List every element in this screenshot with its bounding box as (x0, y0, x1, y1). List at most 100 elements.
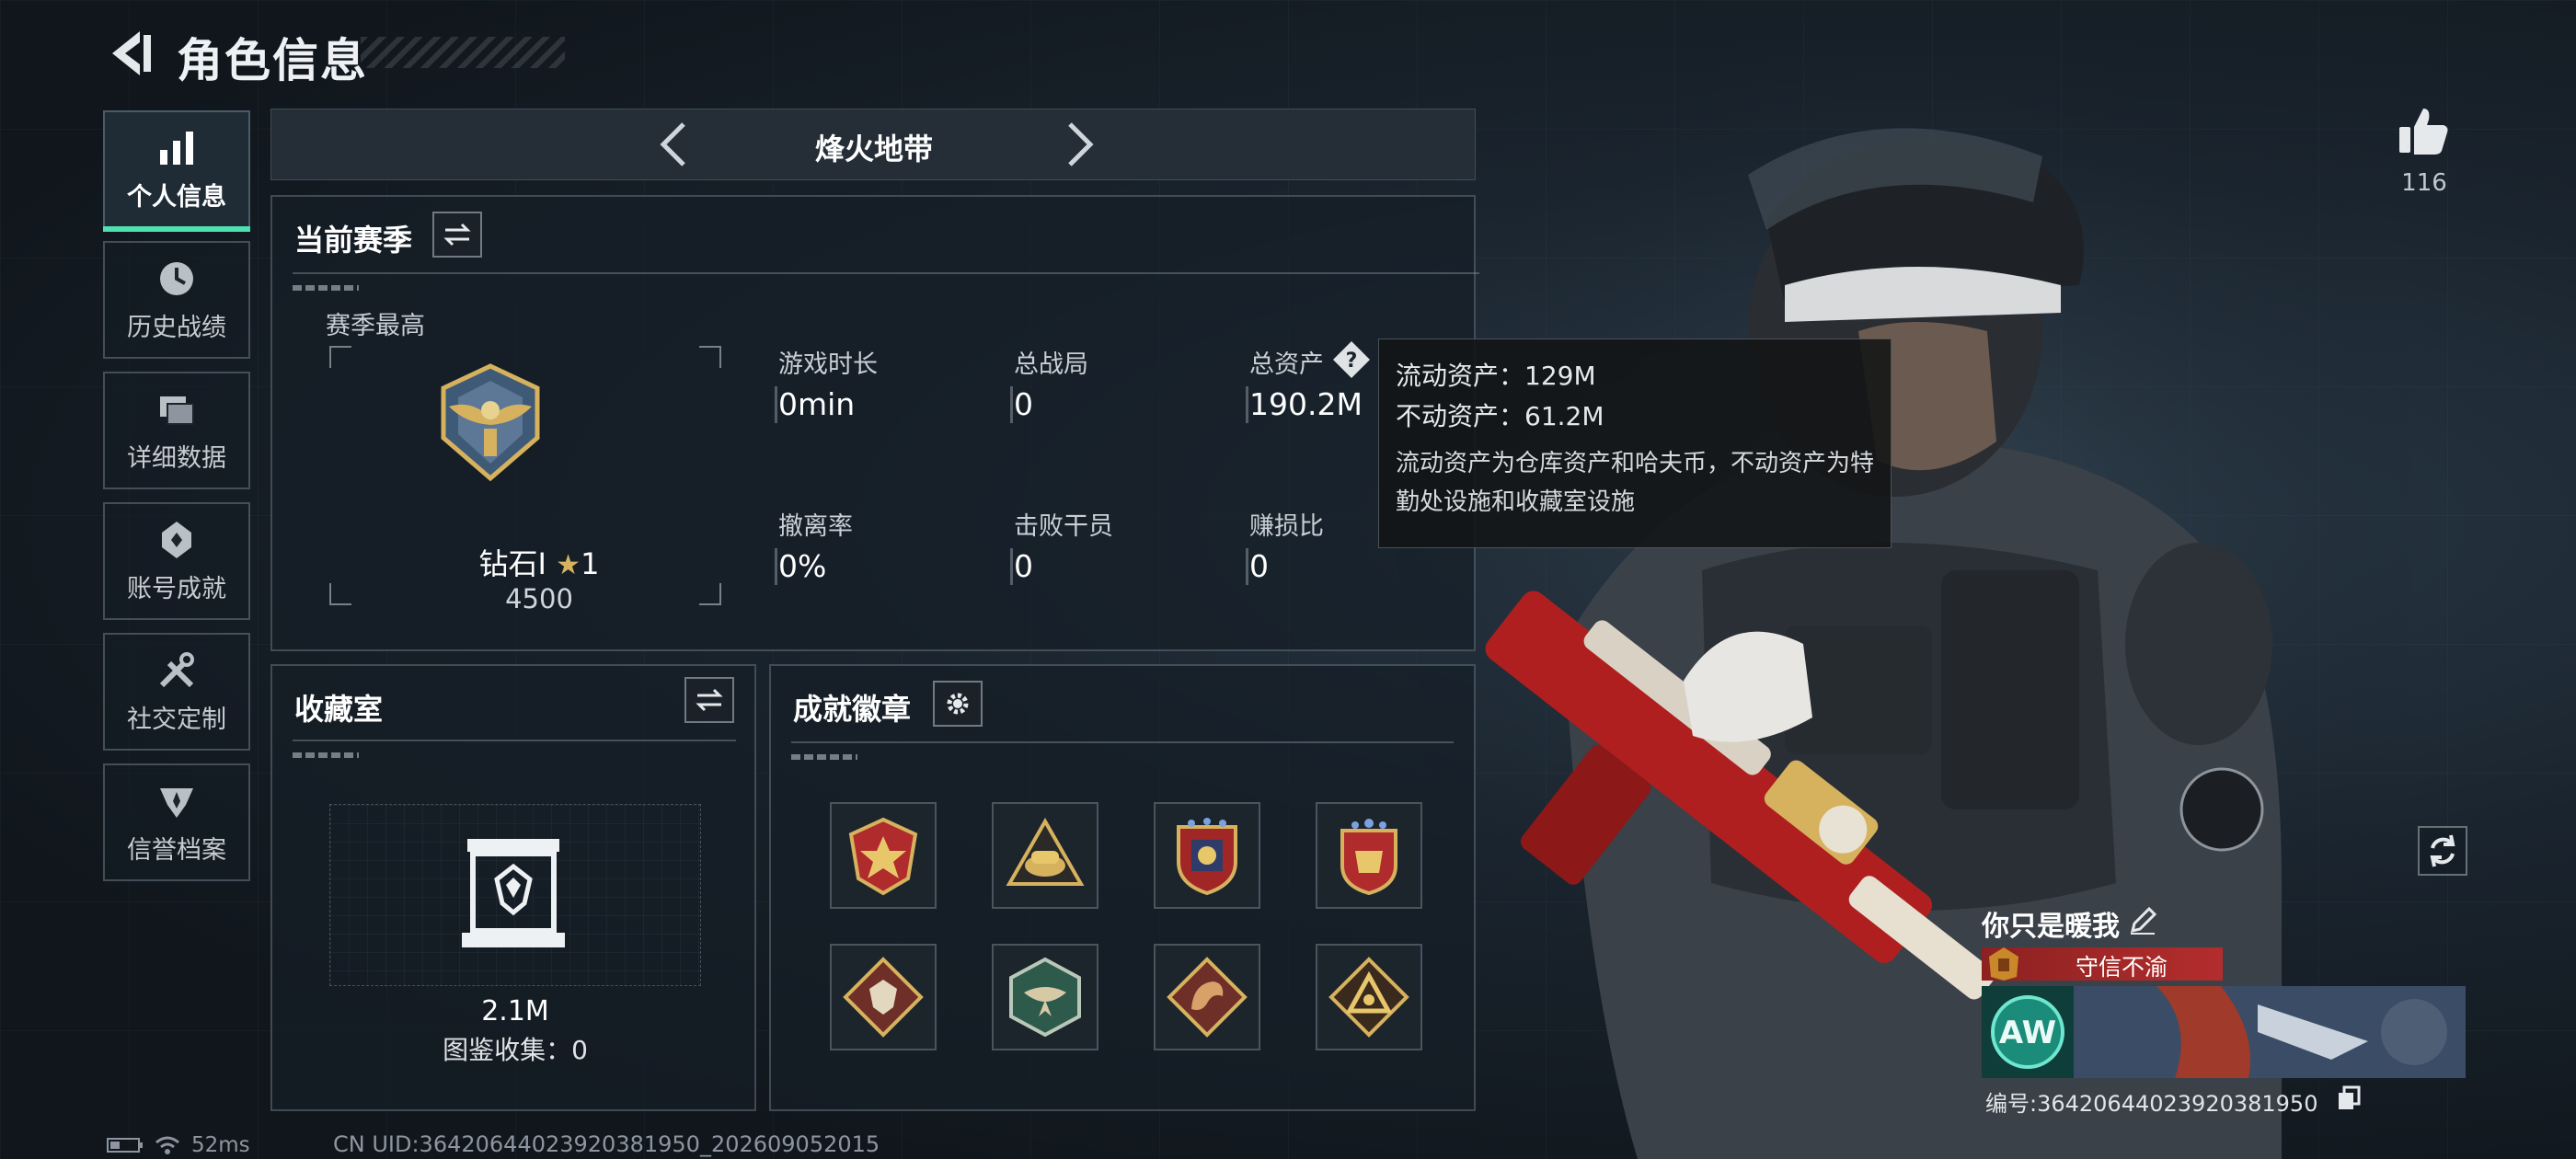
liquid-assets: 流动资产：129M (1396, 361, 1596, 391)
svg-text:AW: AW (1999, 1015, 2056, 1051)
collection-display-case-icon (462, 839, 565, 947)
stat-tick (1010, 386, 1013, 423)
stat-tick (775, 386, 777, 423)
divider-dots (293, 752, 359, 758)
catalog-count: 图鉴收集：0 (443, 1035, 588, 1065)
stat-value: 0 (1014, 548, 1033, 584)
sidebar-item-history[interactable]: 历史战绩 (103, 241, 250, 359)
diamond-dragon-badge[interactable] (1154, 944, 1260, 1050)
stat-label: 击败干员 (1014, 512, 1113, 541)
achievement-icon (155, 519, 199, 561)
swap-icon (443, 223, 471, 247)
diamond-triangle-badge[interactable] (1316, 944, 1422, 1050)
stat-label: 总资产 (1249, 350, 1324, 379)
stat-label: 总战局 (1014, 350, 1088, 379)
sidebar-item-detail-data[interactable]: 详细数据 (103, 372, 250, 489)
triangle-hat-badge[interactable] (992, 802, 1098, 909)
stat-value: 0min (778, 386, 856, 422)
battery-icon (107, 1138, 143, 1153)
achievement-badges-panel: 成就徽章 (769, 664, 1476, 1111)
rank-name: 钻石Ⅰ (478, 546, 546, 581)
asset-tooltip: 流动资产：129M 不动资产：61.2M 流动资产为仓库资产和哈夫币，不动资产为… (1378, 339, 1892, 548)
edit-name-icon[interactable] (2127, 905, 2158, 936)
refresh-button[interactable] (2418, 826, 2467, 876)
swap-season-button[interactable] (432, 212, 482, 258)
rank-points: 4500 (505, 583, 573, 614)
player-id: 编号:3642064402392038195​0 (1985, 1091, 2318, 1117)
wifi-icon (155, 1136, 179, 1154)
back-arrow-icon[interactable] (103, 26, 158, 81)
title-badge-text: 守信不渝 (2075, 954, 2168, 981)
stat-tick (1010, 548, 1013, 585)
frame-corner (699, 346, 721, 368)
stat-tick (1246, 386, 1248, 423)
player-banner-image[interactable]: AW (1982, 986, 2466, 1078)
like-count: 116 (2401, 169, 2447, 197)
fixed-assets: 不动资产：61.2M (1396, 401, 1604, 431)
uid-text: CN UID:36420644023920381950_202609052015 (333, 1131, 880, 1157)
star-icon: ★ (556, 549, 581, 581)
stat-tick (775, 548, 777, 585)
thumbs-up-icon[interactable] (2396, 103, 2451, 158)
divider (293, 740, 736, 741)
collection-value: 2.1M (481, 995, 549, 1027)
stat-tick (1246, 548, 1248, 585)
refresh-icon (2430, 834, 2455, 867)
ping-value: 52ms (191, 1133, 250, 1157)
status-bar: 52ms (107, 1133, 250, 1157)
help-icon[interactable]: ? (1332, 340, 1371, 379)
sidebar-item-label: 账号成就 (127, 574, 226, 603)
swap-collection-button[interactable] (684, 677, 734, 723)
history-clock-icon (155, 258, 199, 300)
star-shield-badge[interactable] (830, 802, 937, 909)
page-title: 角色信息 (177, 34, 368, 87)
sidebar-item-label: 信誉档案 (127, 835, 226, 865)
mode-title: 烽火地带 (814, 132, 933, 166)
diamond-beast-badge[interactable] (830, 944, 937, 1050)
divider (791, 741, 1454, 743)
collection-title: 收藏室 (294, 692, 384, 727)
sidebar-item-personal-info[interactable]: 个人信息 (103, 110, 250, 232)
stat-value: 190.2M (1249, 386, 1363, 422)
sidebar-item-social-custom[interactable]: 社交定制 (103, 633, 250, 751)
frame-corner (329, 583, 351, 605)
rank-line: 钻石Ⅰ ★1 (355, 541, 723, 583)
stat-label: 游戏时长 (778, 350, 878, 379)
gear-icon (947, 693, 969, 715)
cards-icon (155, 388, 199, 430)
bar-chart-icon (155, 127, 199, 169)
sidebar-item-label: 个人信息 (127, 182, 226, 212)
divider (293, 272, 1479, 274)
badges-title: 成就徽章 (793, 692, 912, 727)
rank-stars: 1 (581, 546, 600, 581)
sidebar-item-label: 详细数据 (127, 443, 226, 473)
copy-icon[interactable] (2337, 1085, 2361, 1111)
sidebar-item-label: 历史战绩 (127, 313, 226, 342)
assets-description: 流动资产为仓库资产和哈夫币，不动资产为特勤处设施和收藏室设施 (1396, 450, 1875, 516)
stat-label: 撤离率 (778, 512, 853, 541)
current-season-panel: 当前赛季 赛季最高 钻石Ⅰ ★1 4500 游戏时长 0min 总战局 0 总资… (270, 195, 1479, 651)
stat-value: 0 (1249, 548, 1269, 584)
swap-icon (696, 688, 723, 712)
sidebar-item-achievements[interactable]: 账号成就 (103, 502, 250, 620)
season-best-label: 赛季最高 (326, 312, 425, 340)
tools-icon (155, 649, 199, 692)
hexagon-eagle-badge[interactable] (992, 944, 1098, 1050)
sidebar-item-label: 社交定制 (127, 705, 226, 734)
divider-dots (293, 285, 359, 291)
diamond-rank-emblem-icon (441, 363, 540, 482)
title-emblem-icon (1989, 947, 2018, 981)
crown-shield-badge[interactable] (1316, 802, 1422, 909)
title-decoration (361, 37, 565, 68)
chevron-right-icon[interactable] (1052, 119, 1103, 170)
stat-value: 0 (1014, 386, 1033, 422)
crest-badge[interactable] (1154, 802, 1260, 909)
stat-label: 赚损比 (1249, 512, 1324, 541)
season-title: 当前赛季 (294, 223, 413, 258)
sidebar-item-reputation[interactable]: 信誉档案 (103, 763, 250, 881)
divider-dots (791, 754, 857, 760)
stat-value: 0% (778, 548, 827, 584)
player-name: 你只是暖我 (1982, 911, 2120, 943)
badge-settings-button[interactable] (933, 681, 983, 727)
collection-panel: 收藏室 2.1M 图鉴收集：0 (270, 664, 756, 1111)
